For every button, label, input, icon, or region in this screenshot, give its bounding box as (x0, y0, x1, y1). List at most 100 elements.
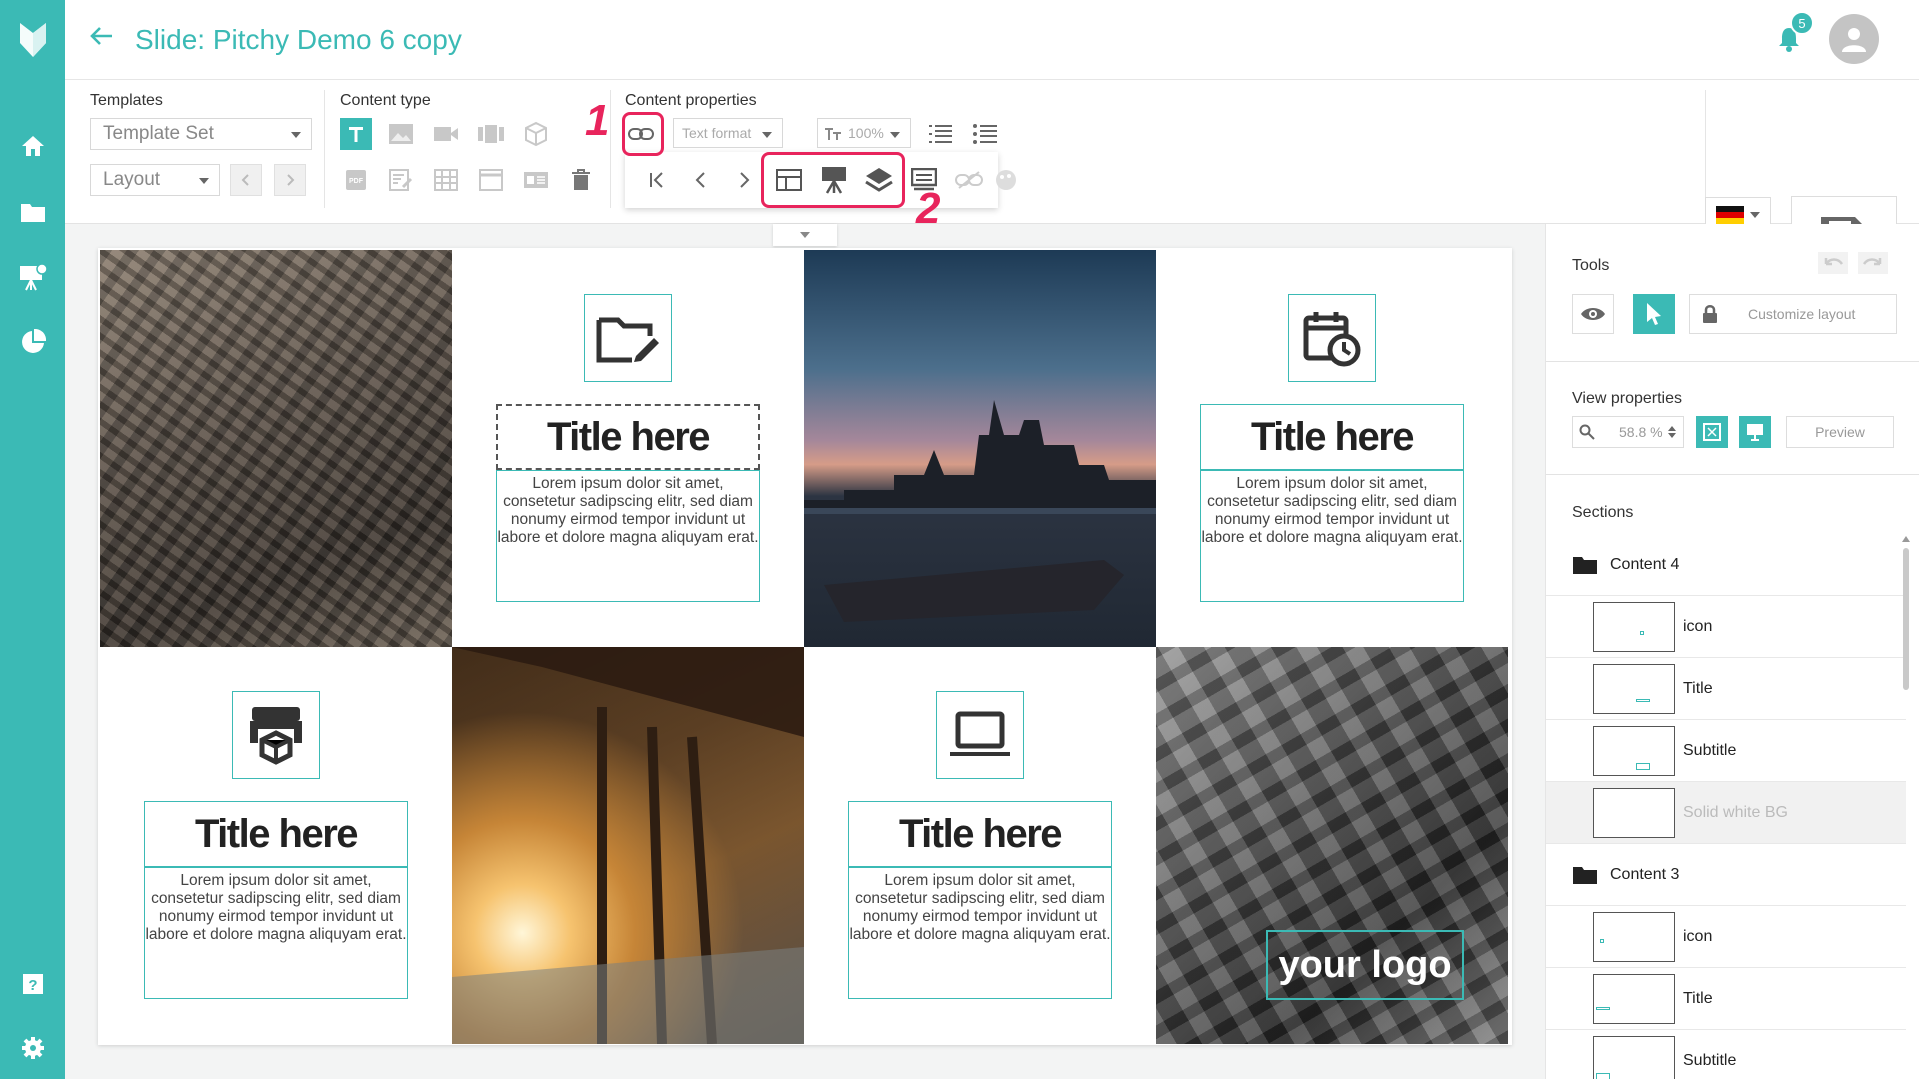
image-content-button[interactable] (385, 118, 417, 150)
annotation-marker-1: 1 (585, 96, 610, 145)
section-folder-content-3[interactable]: Content 3 (1546, 844, 1906, 906)
unlink-icon (955, 171, 983, 189)
layout-next-button[interactable] (274, 164, 306, 196)
user-avatar[interactable] (1829, 14, 1879, 64)
undo-icon[interactable] (1818, 252, 1848, 274)
annotation-marker-2: 2 (916, 184, 941, 233)
text-format-select[interactable]: Text format (673, 118, 783, 148)
device-preview-button[interactable] (1739, 416, 1771, 448)
your-logo-placeholder[interactable]: your logo (1266, 930, 1464, 1000)
bullet-list-button[interactable] (969, 118, 1001, 150)
card-title[interactable]: Title here (496, 404, 760, 470)
image-icon (389, 124, 413, 144)
sections-scrollbar[interactable] (1900, 532, 1912, 1079)
table-content-button[interactable] (430, 164, 462, 196)
laptop-icon (950, 711, 1010, 756)
page-title: Slide: Pitchy Demo 6 copy (135, 24, 462, 55)
section-item-subtitle[interactable]: Subtitle (1546, 720, 1906, 782)
select-tool-button[interactable] (1633, 294, 1675, 334)
next-layer-button[interactable] (728, 164, 760, 196)
cube-icon (525, 121, 547, 147)
palette-icon (996, 170, 1016, 190)
visibility-toggle[interactable] (1572, 294, 1614, 334)
back-arrow-icon[interactable] (90, 26, 114, 46)
settings-gear-icon[interactable] (0, 1024, 65, 1072)
gallery-content-button[interactable] (475, 118, 507, 150)
section-folder-content-4[interactable]: Content 4 (1546, 534, 1906, 596)
prev-layer-button[interactable] (685, 164, 717, 196)
section-item-title[interactable]: Title (1546, 658, 1906, 720)
analytics-icon[interactable] (0, 318, 65, 366)
content-card-2[interactable]: Title here Lorem ipsum dolor sit amet, c… (1156, 250, 1508, 647)
unlink-button[interactable] (953, 164, 985, 196)
cursor-arrow-icon (1647, 303, 1661, 325)
pier-structure (452, 647, 804, 1044)
section-item-title[interactable]: Title (1546, 968, 1906, 1030)
customize-layout-label: Customize layout (1748, 306, 1856, 322)
content-card-3[interactable]: Title here Lorem ipsum dolor sit amet, c… (100, 647, 452, 1044)
card-body-text[interactable]: Lorem ipsum dolor sit amet, consetetur s… (848, 867, 1112, 999)
palette-button[interactable] (990, 164, 1022, 196)
form-content-button[interactable] (385, 164, 417, 196)
content-card-1[interactable]: Title here Lorem ipsum dolor sit amet, c… (452, 250, 804, 647)
first-layer-button[interactable] (641, 164, 673, 196)
notification-count-badge: 5 (1790, 11, 1814, 35)
card-title[interactable]: Title here (144, 801, 408, 867)
customize-layout-button[interactable]: Customize layout (1689, 294, 1897, 334)
card-icon-box[interactable] (584, 294, 672, 382)
svg-text:?: ? (28, 977, 37, 994)
city-grayscale-photo[interactable]: your logo (1156, 647, 1508, 1044)
card-title[interactable]: Title here (848, 801, 1112, 867)
divider (610, 90, 611, 208)
card-icon (524, 172, 548, 188)
section-item-subtitle[interactable]: Subtitle (1546, 1030, 1906, 1079)
bullet-list-icon (973, 124, 997, 144)
card-icon-box[interactable] (1288, 294, 1376, 382)
content-card-4[interactable]: Title here Lorem ipsum dolor sit amet, c… (804, 647, 1156, 1044)
section-item-icon[interactable]: icon (1546, 596, 1906, 658)
card-icon-box[interactable] (936, 691, 1024, 779)
user-icon (1842, 28, 1866, 52)
zoom-input[interactable]: 58.8 % (1572, 416, 1684, 448)
slide-canvas[interactable]: Title here Lorem ipsum dolor sit amet, c… (98, 248, 1512, 1045)
text-content-button[interactable] (340, 118, 372, 150)
frame-content-button[interactable] (475, 164, 507, 196)
pier-sunset-photo[interactable] (452, 647, 804, 1044)
layer-thumbnail (1593, 787, 1675, 838)
folder-icon[interactable] (0, 188, 65, 236)
layout-select[interactable]: Layout (90, 164, 220, 196)
skyline-sunset-photo[interactable] (804, 250, 1156, 647)
presentation-icon[interactable] (0, 253, 65, 301)
template-set-select[interactable]: Template Set (90, 118, 312, 150)
card-icon-box[interactable] (232, 691, 320, 779)
layer-thumbnail (1593, 973, 1675, 1024)
section-item-solid-white-bg[interactable]: Solid white BG (1546, 782, 1906, 844)
city-aerial-photo[interactable] (100, 250, 452, 647)
preview-button[interactable]: Preview (1786, 416, 1894, 448)
3d-content-button[interactable] (520, 118, 552, 150)
font-size-select[interactable]: 100% (817, 118, 911, 148)
delete-content-button[interactable] (565, 164, 597, 196)
layer-thumbnail (1593, 663, 1675, 714)
section-item-icon[interactable]: icon (1546, 906, 1906, 968)
help-icon[interactable]: ? (0, 960, 65, 1008)
video-content-button[interactable] (430, 118, 462, 150)
card-title[interactable]: Title here (1200, 404, 1464, 470)
toolbar-collapse-toggle[interactable] (773, 224, 837, 246)
text-t-icon (349, 127, 363, 142)
card-body-text[interactable]: Lorem ipsum dolor sit amet, consetetur s… (496, 470, 760, 602)
highlight-layer-tools-box (761, 152, 905, 208)
card-body-text[interactable]: Lorem ipsum dolor sit amet, consetetur s… (1200, 470, 1464, 602)
app-logo[interactable] (0, 0, 65, 80)
layout-prev-button[interactable] (230, 164, 262, 196)
redo-icon[interactable] (1858, 252, 1888, 274)
fox-logo-icon (19, 23, 46, 57)
fit-to-screen-button[interactable] (1696, 416, 1728, 448)
pdf-content-button[interactable]: PDF (340, 164, 372, 196)
card-body-text[interactable]: Lorem ipsum dolor sit amet, consetetur s… (144, 867, 408, 999)
chevron-right-icon (287, 174, 295, 186)
eye-icon (1581, 308, 1605, 320)
numbered-list-button[interactable] (924, 118, 956, 150)
card-content-button[interactable] (520, 164, 552, 196)
home-icon[interactable] (0, 122, 65, 170)
